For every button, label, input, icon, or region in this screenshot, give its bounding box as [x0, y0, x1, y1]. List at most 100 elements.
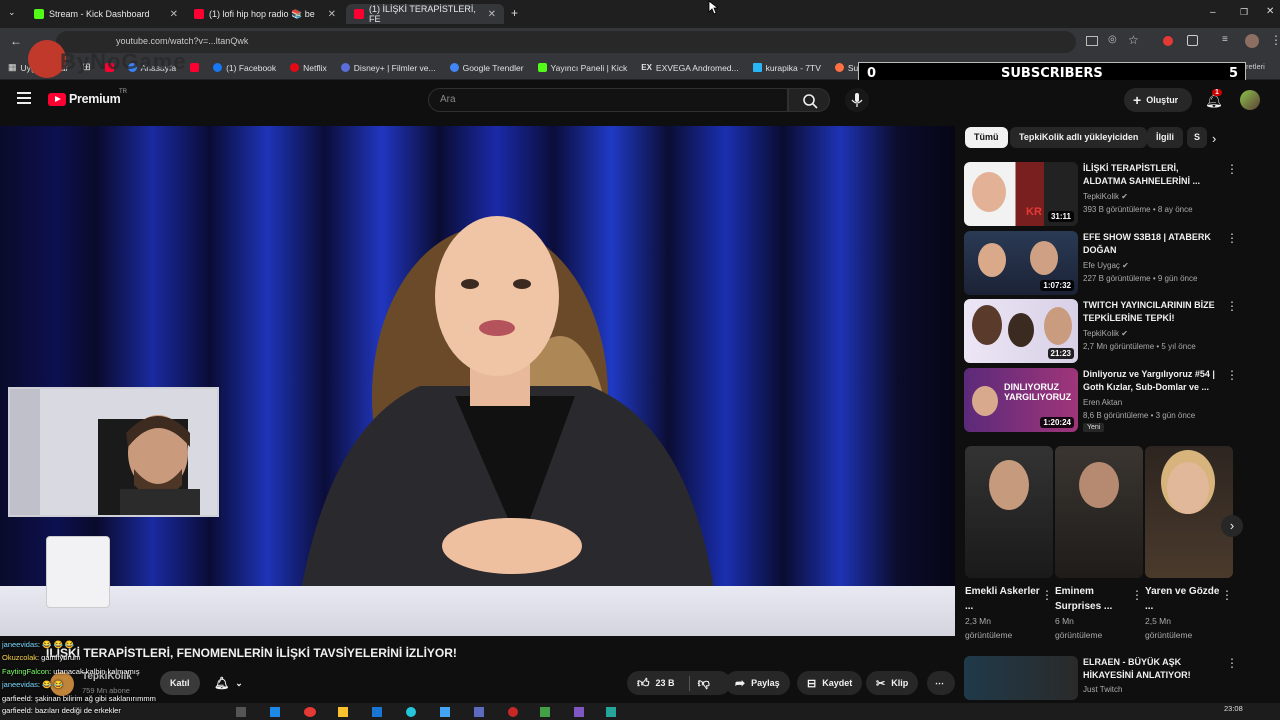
bookmark-facebook[interactable]: (1) Facebook	[213, 63, 276, 73]
chip-related[interactable]: İlgili	[1147, 127, 1183, 148]
extensions-icon[interactable]	[1187, 35, 1198, 46]
taskbar-app-icon[interactable]	[474, 707, 484, 717]
more-options-icon[interactable]: ⋮	[1226, 231, 1238, 245]
more-options-icon[interactable]: ⋮	[1226, 299, 1238, 313]
recommendation-item[interactable]: 21:23 TWITCH YAYINCILARININ BİZE TEPKİLE…	[964, 299, 1264, 365]
more-options-icon[interactable]: ⋮	[1226, 368, 1238, 382]
youtube-logo-icon[interactable]	[48, 93, 66, 106]
recommendation-item[interactable]: ELRAEN - BÜYÜK AŞK HİKAYESİNİ ANLATIYOR!…	[964, 656, 1264, 700]
extension-red-icon[interactable]	[1163, 36, 1173, 46]
recommendation-title[interactable]: EFE SHOW S3B18 | ATABERK DOĞAN	[1083, 231, 1223, 257]
bookmark-exvega[interactable]: EX EXVEGA Andromed...	[641, 63, 738, 73]
recommendation-item[interactable]: DINLIYORUZ YARGILIYORUZ 1:20:24 Dinliyoru…	[964, 368, 1264, 438]
more-options-icon[interactable]: ⋮	[1221, 588, 1233, 602]
eye-off-icon[interactable]: ◎	[1108, 34, 1117, 45]
tab-current-video[interactable]: (1) İLİŞKİ TERAPİSTLERİ, FE ✕	[346, 4, 504, 24]
recommendation-channel[interactable]: Just Twitch	[1083, 685, 1122, 694]
recommendation-channel[interactable]: Eren Aktan	[1083, 398, 1122, 407]
chip-all[interactable]: Tümü	[965, 127, 1008, 148]
share-button[interactable]: ➦ Paylaş	[725, 671, 790, 695]
taskbar-app-icon[interactable]	[508, 707, 518, 717]
recommendation-title[interactable]: İLİŞKİ TERAPİSTLERİ, ALDATMA SAHNELERİNİ…	[1083, 162, 1223, 188]
thumbs-down-icon[interactable]: 👎︎	[688, 675, 710, 691]
search-button[interactable]	[788, 88, 830, 112]
subscribe-bell-button[interactable]: 🔔︎ ⌄	[204, 671, 253, 695]
chip-uploader[interactable]: TepkiKolik adlı yükleyiciden	[1010, 127, 1148, 148]
taskbar-app-icon[interactable]	[406, 707, 416, 717]
taskbar-folder-icon[interactable]	[338, 707, 348, 717]
short-title[interactable]: Eminem Surprises ...	[1055, 584, 1133, 614]
taskbar-app-icon[interactable]	[270, 707, 280, 717]
join-button[interactable]: Katıl	[160, 671, 200, 695]
tab-lofi-radio[interactable]: (1) lofi hip hop radio 📚 be ✕	[186, 4, 344, 24]
new-tab-icon[interactable]: +	[511, 6, 518, 20]
bookmark-kick[interactable]: Yayıncı Paneli | Kick	[537, 63, 627, 73]
chip-more[interactable]: S	[1187, 127, 1207, 148]
recommendation-item[interactable]: KR 31:11 İLİŞKİ TERAPİSTLERİ, ALDATMA SA…	[964, 162, 1264, 228]
more-options-icon[interactable]: ⋮	[1041, 588, 1053, 602]
taskbar-chrome-icon[interactable]	[304, 707, 316, 717]
cast-icon[interactable]	[1086, 36, 1098, 46]
youtube-premium-logo[interactable]: Premium	[69, 92, 121, 106]
more-actions-button[interactable]: ⋯	[927, 671, 955, 695]
taskbar-app-icon[interactable]	[540, 707, 550, 717]
url-field[interactable]: youtube.com/watch?v=...ltanQwk	[56, 31, 1076, 53]
close-tab-icon[interactable]: ✕	[170, 9, 178, 20]
short-title[interactable]: Emekli Askerler ...	[965, 584, 1043, 614]
recommendation-channel[interactable]: Efe Uygaç ✔	[1083, 261, 1129, 270]
clip-button[interactable]: ✂ Klip	[866, 671, 919, 695]
video-player[interactable]	[0, 126, 955, 636]
recommendation-thumbnail[interactable]: 21:23	[964, 299, 1078, 363]
short-thumbnail[interactable]	[1145, 446, 1233, 578]
short-title[interactable]: Yaren ve Gözde ...	[1145, 584, 1223, 614]
account-avatar[interactable]	[1240, 90, 1260, 110]
more-options-icon[interactable]: ⋮	[1131, 588, 1143, 602]
maximize-icon[interactable]: ❐	[1240, 7, 1248, 18]
recommendation-item[interactable]: 1:07:32 EFE SHOW S3B18 | ATABERK DOĞAN E…	[964, 231, 1264, 297]
taskbar-app-icon[interactable]	[606, 707, 616, 717]
hamburger-menu-icon[interactable]	[17, 92, 31, 104]
recommendation-thumbnail[interactable]: DINLIYORUZ YARGILIYORUZ 1:20:24	[964, 368, 1078, 432]
more-options-icon[interactable]: ⋮	[1226, 656, 1238, 670]
bookmark-disney[interactable]: Disney+ | Filmler ve...	[340, 63, 436, 73]
back-arrow-icon[interactable]: ←	[10, 34, 22, 48]
recommendation-channel[interactable]: TepkiKolik ✔	[1083, 192, 1128, 201]
short-thumbnail[interactable]	[965, 446, 1053, 578]
close-tab-icon[interactable]: ✕	[328, 9, 336, 20]
recommendation-thumbnail[interactable]	[964, 656, 1078, 700]
taskbar-app-icon[interactable]	[574, 707, 584, 717]
more-options-icon[interactable]: ⋮	[1226, 162, 1238, 176]
create-button[interactable]: + Oluştur	[1124, 88, 1192, 112]
recommendation-title[interactable]: Dinliyoruz ve Yargılıyoruz #54 | Goth Kı…	[1083, 368, 1223, 394]
save-button[interactable]: ⊟ Kaydet	[797, 671, 863, 695]
short-thumbnail[interactable]	[1055, 446, 1143, 578]
close-window-icon[interactable]: ✕	[1266, 6, 1274, 17]
profile-avatar[interactable]	[1245, 34, 1259, 48]
shorts-next-button[interactable]: ›	[1221, 515, 1243, 537]
recommendation-title[interactable]: TWITCH YAYINCILARININ BİZE TEPKİLERİNE T…	[1083, 299, 1223, 325]
recommendation-thumbnail[interactable]: KR 31:11	[964, 162, 1078, 226]
recommendation-channel[interactable]: TepkiKolik ✔	[1083, 329, 1128, 338]
search-input[interactable]: Ara	[428, 88, 788, 112]
short-item[interactable]: Emekli Askerler ... 2,3 Mn görüntüleme ⋮	[965, 446, 1053, 642]
recommendation-title[interactable]: ELRAEN - BÜYÜK AŞK HİKAYESİNİ ANLATIYOR!	[1083, 656, 1223, 682]
bookmark-google-trends[interactable]: Google Trendler	[449, 63, 524, 73]
bookmark-7tv[interactable]: kurapika - 7TV	[752, 63, 821, 73]
tab-kick-dashboard[interactable]: Stream - Kick Dashboard ✕	[26, 4, 186, 24]
media-controls-icon[interactable]: ≡	[1222, 34, 1228, 45]
like-button[interactable]: 👍︎ 23 B 👎︎	[627, 671, 731, 695]
bookmark-netflix[interactable]: Netflix	[290, 63, 327, 73]
bookmark-youtube-2[interactable]	[190, 63, 200, 72]
tab-list-chevron-icon[interactable]: ⌄	[8, 7, 16, 18]
short-item[interactable]: Eminem Surprises ... 6 Mn görüntüleme ⋮	[1055, 446, 1143, 642]
close-tab-icon[interactable]: ✕	[488, 9, 496, 20]
taskbar-app-icon[interactable]	[440, 707, 450, 717]
bookmark-star-icon[interactable]: ☆	[1128, 33, 1139, 47]
short-item[interactable]: Yaren ve Gözde ... 2,5 Mn görüntüleme ⋮	[1145, 446, 1233, 642]
taskbar-app-icon[interactable]	[372, 707, 382, 717]
chips-next-icon[interactable]: ›	[1212, 131, 1216, 146]
minimize-icon[interactable]: –	[1210, 7, 1216, 18]
recommendation-thumbnail[interactable]: 1:07:32	[964, 231, 1078, 295]
browser-menu-icon[interactable]: ⋮	[1270, 33, 1280, 47]
taskbar-app-icon[interactable]	[236, 707, 246, 717]
